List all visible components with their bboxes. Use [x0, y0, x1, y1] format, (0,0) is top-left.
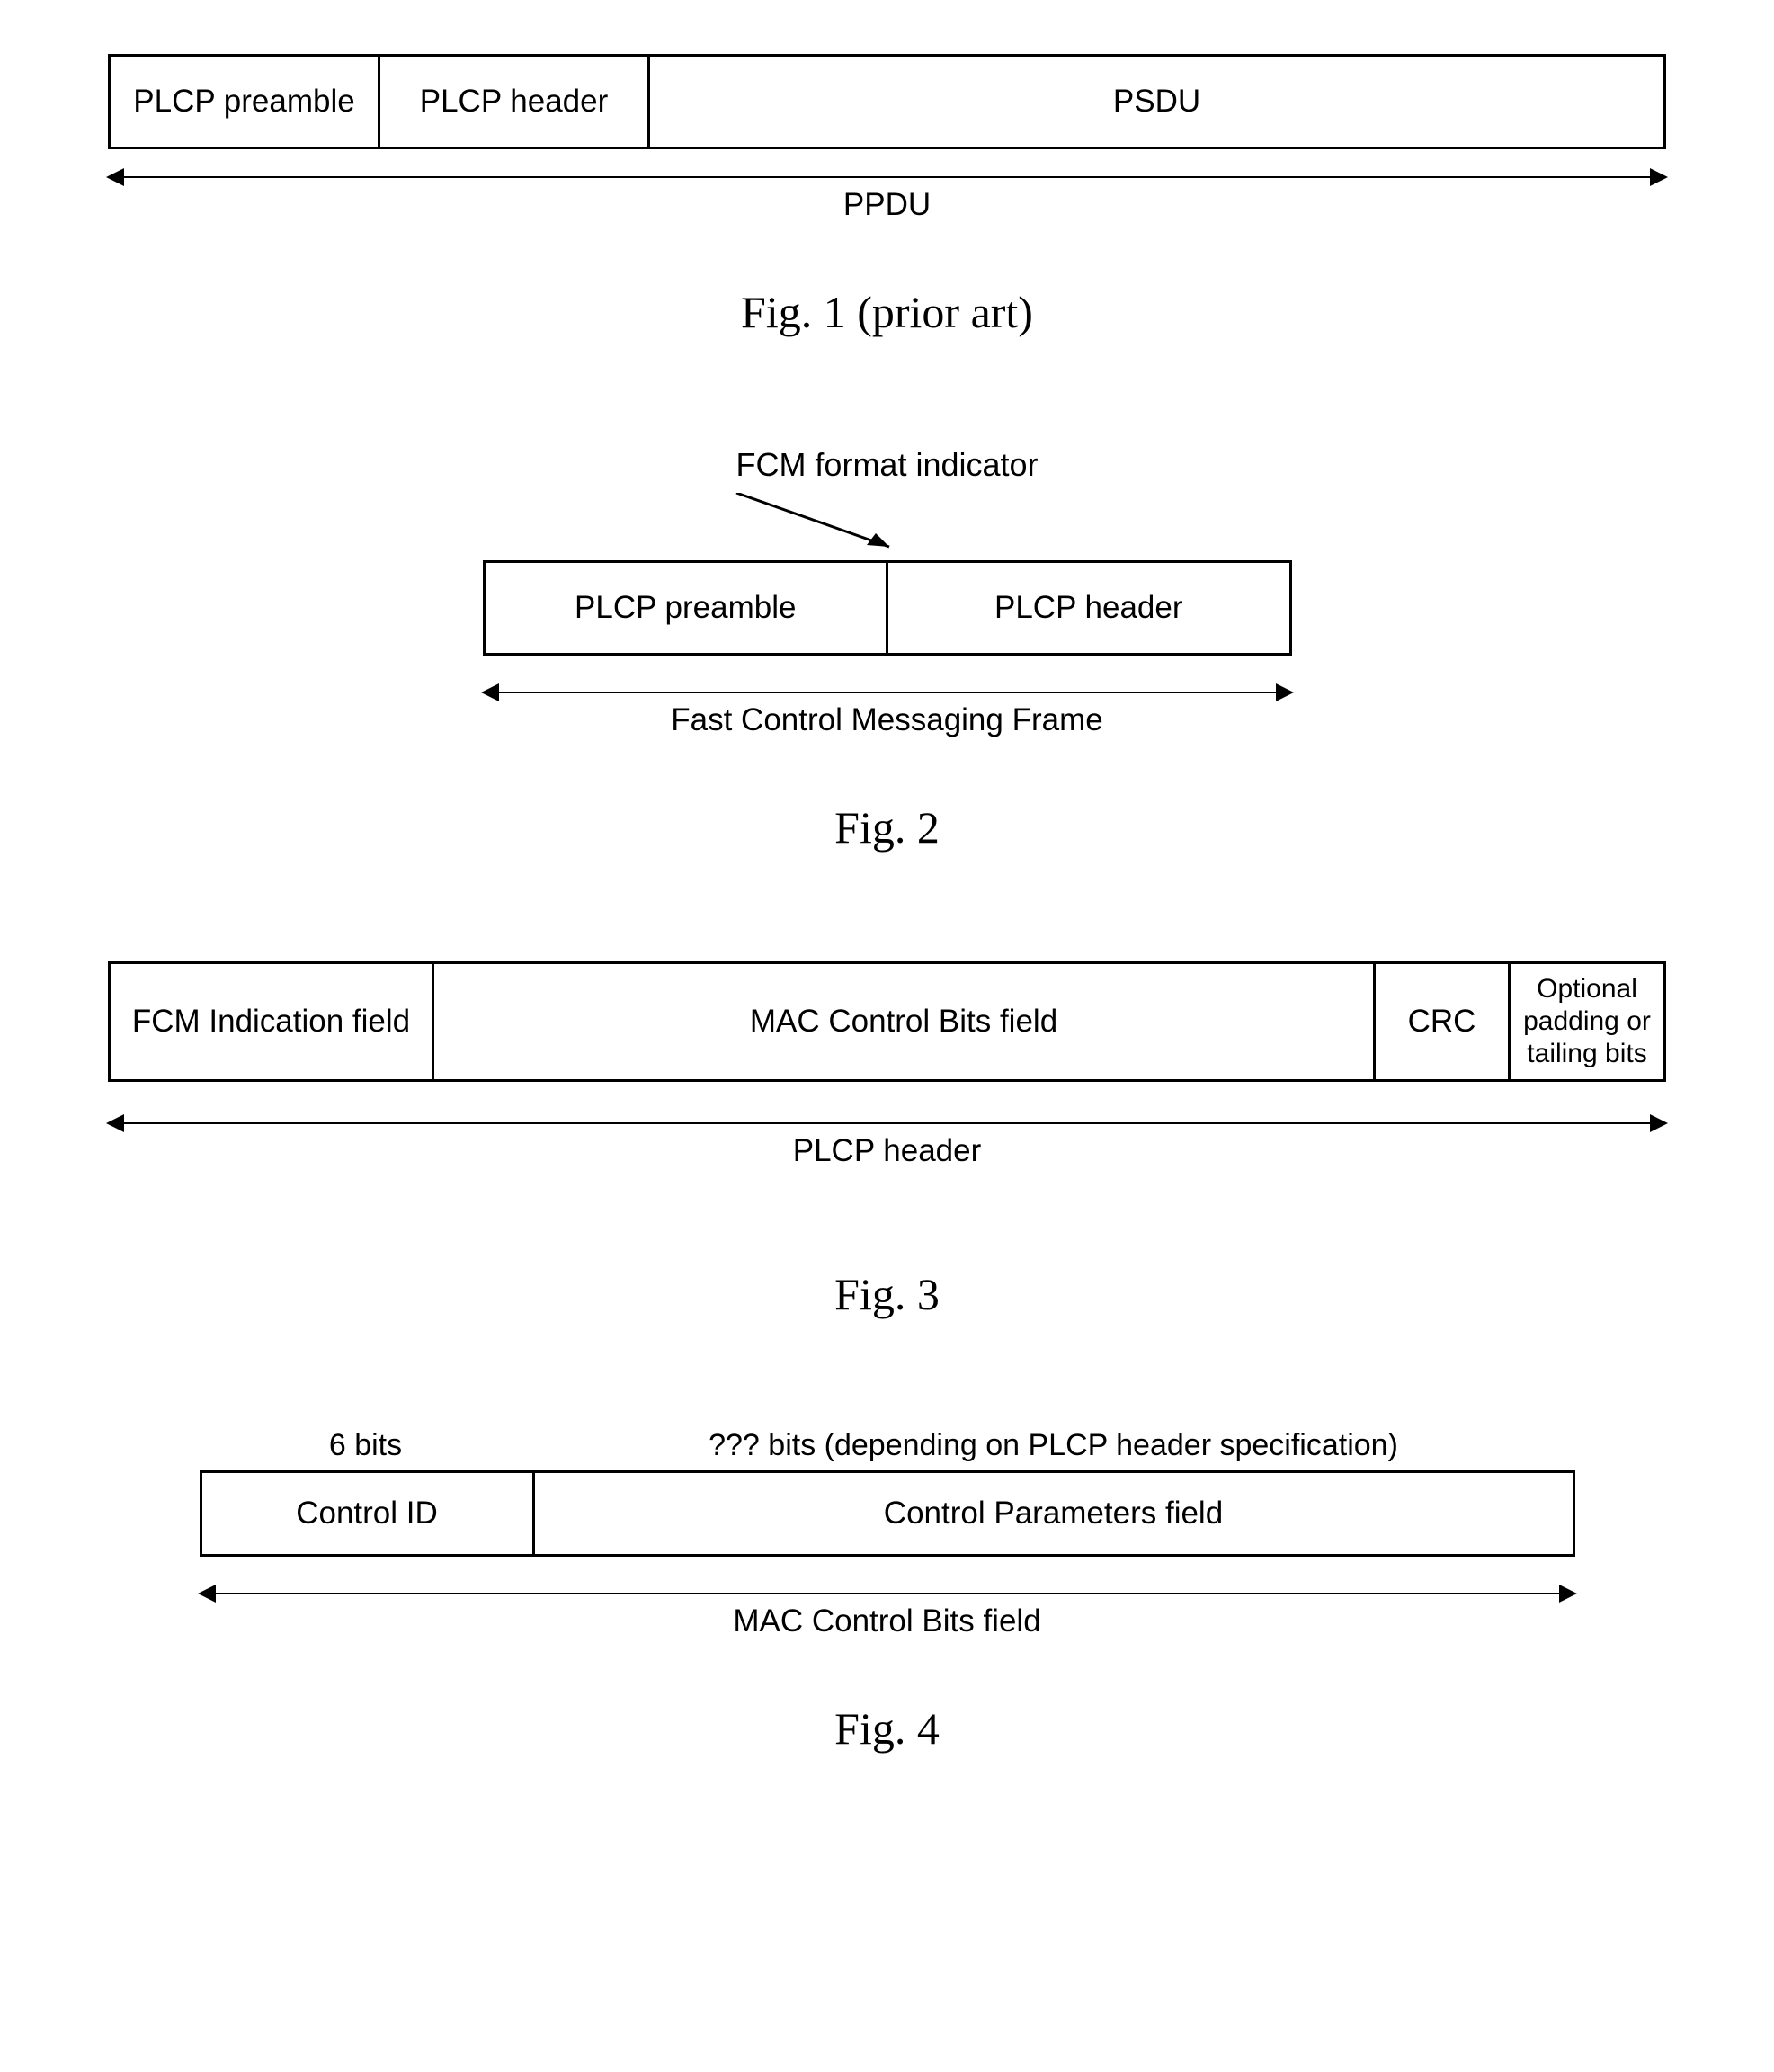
fig1-cell-plcp-header: PLCP header — [380, 57, 650, 147]
fig4-cell-control-parameters: Control Parameters field — [535, 1473, 1573, 1554]
fig1-arrow-label: PPDU — [108, 187, 1666, 223]
fig4-bits-label-1: 6 bits — [200, 1428, 532, 1463]
fig4-caption: Fig. 4 — [108, 1702, 1666, 1755]
figure-2: FCM format indicator PLCP preamble PLCP … — [108, 446, 1666, 853]
figure-4: 6 bits ??? bits (depending on PLCP heade… — [108, 1428, 1666, 1755]
fig2-caption: Fig. 2 — [108, 801, 1666, 853]
fig4-arrow-label: MAC Control Bits field — [200, 1603, 1575, 1639]
fig2-indicator-label: FCM format indicator — [483, 446, 1292, 484]
fig3-frame: FCM Indication field MAC Control Bits fi… — [108, 961, 1666, 1082]
fig3-cell-mac-control-bits: MAC Control Bits field — [434, 964, 1376, 1079]
fig3-cell-optional-padding: Optional padding or tailing bits — [1511, 964, 1663, 1079]
fig3-arrow — [108, 1122, 1666, 1124]
fig4-bits-label-2: ??? bits (depending on PLCP header speci… — [532, 1428, 1575, 1463]
fig4-frame: Control ID Control Parameters field — [200, 1470, 1575, 1557]
fig1-frame: PLCP preamble PLCP header PSDU — [108, 54, 1666, 149]
fig3-caption: Fig. 3 — [108, 1268, 1666, 1320]
fig4-cell-control-id: Control ID — [202, 1473, 535, 1554]
fig1-cell-psdu: PSDU — [650, 57, 1663, 147]
fig4-bits-labels: 6 bits ??? bits (depending on PLCP heade… — [200, 1428, 1575, 1463]
fig4-arrow — [200, 1593, 1575, 1594]
fig2-frame: PLCP preamble PLCP header — [483, 560, 1292, 656]
fig1-caption: Fig. 1 (prior art) — [108, 286, 1666, 338]
fig1-arrow — [108, 176, 1666, 178]
indicator-arrow-icon — [709, 493, 925, 565]
figure-3: FCM Indication field MAC Control Bits fi… — [108, 961, 1666, 1320]
fig2-arrow-label: Fast Control Messaging Frame — [483, 702, 1292, 738]
fig1-cell-plcp-preamble: PLCP preamble — [111, 57, 380, 147]
fig2-cell-plcp-preamble: PLCP preamble — [486, 563, 889, 653]
fig3-cell-fcm-indication: FCM Indication field — [111, 964, 434, 1079]
fig3-cell-crc: CRC — [1376, 964, 1511, 1079]
fig3-arrow-label: PLCP header — [108, 1133, 1666, 1169]
figure-1: PLCP preamble PLCP header PSDU PPDU Fig.… — [108, 54, 1666, 338]
fig2-cell-plcp-header: PLCP header — [888, 563, 1289, 653]
fig2-arrow — [483, 692, 1292, 693]
